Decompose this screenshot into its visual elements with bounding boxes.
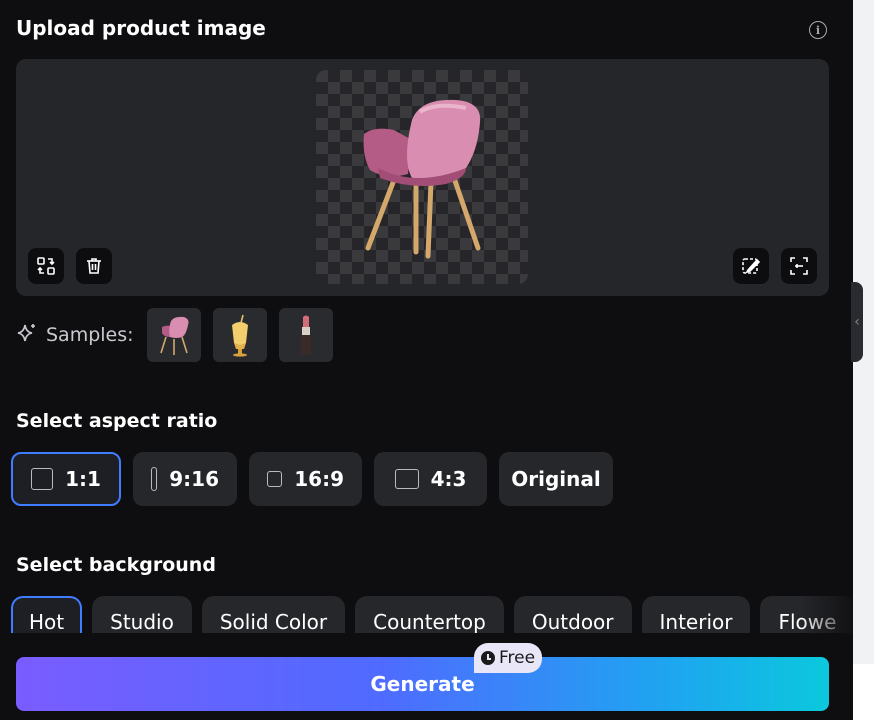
bg-tab-hot[interactable]: Hot: [11, 596, 83, 633]
rect-icon: [394, 469, 419, 489]
samples-row: Samples:: [16, 308, 345, 362]
upload-area[interactable]: [16, 59, 829, 296]
chair-image: [363, 99, 481, 259]
upload-title: Upload product image: [16, 16, 266, 40]
ratio-9-16[interactable]: 9:16: [133, 452, 237, 506]
sample-milkshake[interactable]: [212, 308, 267, 362]
bg-tab-interior[interactable]: Interior: [641, 596, 751, 633]
bg-tab-outdoor[interactable]: Outdoor: [513, 596, 632, 633]
clock-icon: [480, 651, 495, 665]
aspect-ratio-options: 1:1 9:16 16:9 4:3 Original: [11, 452, 613, 506]
bg-tab-solid-color[interactable]: Solid Color: [201, 596, 346, 633]
product-preview: [316, 70, 528, 284]
background-title: Select background: [16, 554, 216, 576]
landscape-icon: [267, 471, 283, 487]
collapse-panel-button[interactable]: ‹: [851, 282, 863, 362]
generate-label: Generate: [370, 672, 475, 696]
ratio-1-1[interactable]: 1:1: [11, 452, 121, 506]
scan-icon[interactable]: [781, 248, 817, 284]
bg-tab-studio[interactable]: Studio: [92, 596, 192, 633]
free-badge: Free: [474, 643, 542, 673]
background-tabs: Hot Studio Solid Color Countertop Outdoo…: [11, 596, 853, 633]
samples-label: Samples:: [46, 324, 134, 346]
edit-image-icon[interactable]: [733, 248, 769, 284]
info-icon[interactable]: i: [809, 21, 827, 39]
ratio-label: 9:16: [169, 467, 219, 491]
aspect-title: Select aspect ratio: [16, 410, 218, 432]
ratio-16-9[interactable]: 16:9: [249, 452, 362, 506]
generate-button[interactable]: Generate: [16, 657, 829, 711]
bg-tab-countertop[interactable]: Countertop: [355, 596, 504, 633]
sparkle-icon: [16, 322, 38, 348]
side-panel: Upload product image i Samples: Select a…: [0, 0, 853, 720]
portrait-icon: [151, 467, 158, 491]
free-label: Free: [498, 648, 536, 668]
trash-icon[interactable]: [76, 248, 112, 284]
ratio-label: 4:3: [430, 467, 467, 491]
ratio-label: 1:1: [65, 467, 101, 491]
ratio-4-3[interactable]: 4:3: [374, 452, 487, 506]
ratio-label: 16:9: [294, 467, 344, 491]
sample-chair[interactable]: [146, 308, 201, 362]
page-background-bottom: [853, 664, 874, 720]
scroll-fade: [800, 596, 853, 633]
ratio-original[interactable]: Original: [499, 452, 613, 506]
square-icon: [31, 468, 54, 490]
sample-lipstick[interactable]: [278, 308, 333, 362]
ratio-label: Original: [511, 467, 601, 491]
chevron-left-icon: ‹: [854, 314, 860, 330]
replace-icon[interactable]: [28, 248, 64, 284]
